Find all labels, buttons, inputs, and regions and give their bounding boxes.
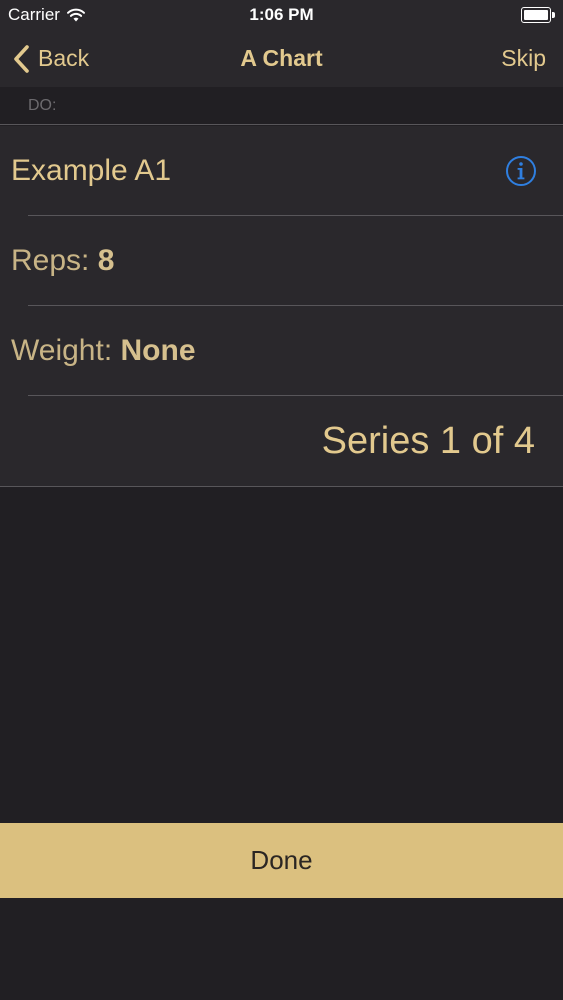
weight-text: Weight: None [11, 306, 196, 396]
weight-row: Weight: None [0, 306, 563, 396]
info-icon[interactable] [505, 155, 537, 187]
series-row: Series 1 of 4 [0, 396, 563, 486]
back-button[interactable]: Back [12, 30, 89, 87]
reps-value: 8 [97, 244, 115, 277]
status-time: 1:06 PM [249, 5, 314, 24]
reps-label: Reps: [11, 244, 98, 277]
battery-icon [521, 7, 555, 23]
exercise-name-row[interactable]: Example A1 [0, 126, 563, 216]
weight-label: Weight: [11, 334, 121, 367]
reps-row: Reps: 8 [0, 216, 563, 306]
exercise-table: Example A1 Reps: 8 Weight: None Series 1… [0, 126, 563, 487]
navigation-bar: Back A Chart Skip [0, 30, 563, 87]
skip-button[interactable]: Skip [501, 30, 546, 87]
screen: Carrier 1:06 PM Back A Chart Skip DO: Ex… [0, 0, 563, 1000]
weight-value: None [120, 334, 196, 367]
done-button[interactable]: Done [0, 823, 563, 898]
back-label: Back [38, 45, 90, 71]
reps-text: Reps: 8 [11, 216, 114, 306]
status-bar: Carrier 1:06 PM [0, 0, 563, 30]
section-header: DO: [0, 87, 563, 125]
exercise-name: Example A1 [11, 154, 172, 187]
series-progress: Series 1 of 4 [321, 420, 535, 462]
chevron-left-icon [14, 44, 29, 73]
